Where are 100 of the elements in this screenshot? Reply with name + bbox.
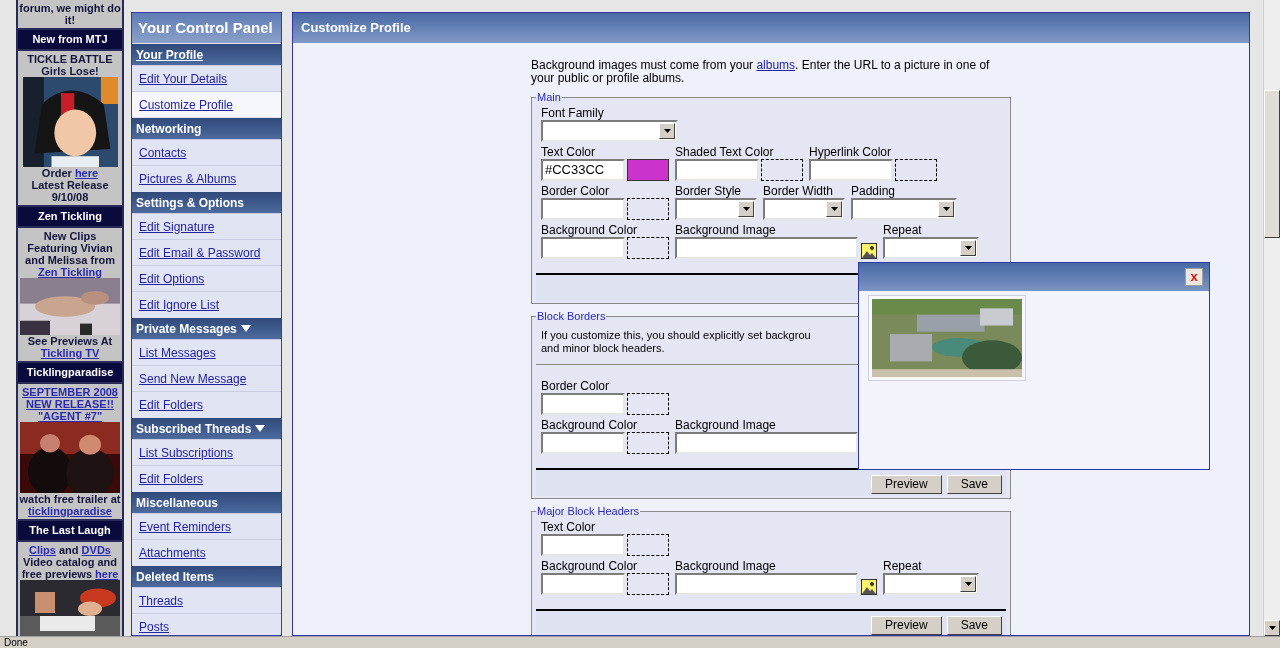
field-label: Border Width	[763, 184, 835, 198]
ad-text: forum, we might do it!	[18, 2, 122, 26]
section-label[interactable]: Your Profile	[136, 45, 204, 64]
field-label: Border Color	[541, 379, 611, 393]
caret-icon	[742, 207, 750, 211]
color-swatch[interactable]	[761, 159, 803, 181]
text-field[interactable]	[675, 159, 759, 181]
status-bar: Done	[0, 636, 1280, 648]
ad-header: The Last Laugh	[18, 521, 122, 540]
form-button[interactable]: Save	[946, 475, 1002, 494]
ad-link[interactable]: Tickling TV	[40, 347, 100, 359]
ad-link[interactable]: ticklingparadise	[28, 505, 112, 517]
image-icon[interactable]	[861, 243, 877, 259]
field-label: Border Style	[675, 184, 743, 198]
ad-link[interactable]: Zen Tickling	[38, 266, 102, 278]
caret-icon	[1268, 626, 1276, 630]
section-note: If you customize this, you should explicitly set backgrou and minor block headers.	[540, 328, 812, 355]
ad-text: Order here	[40, 167, 100, 179]
field-label: Font Family	[541, 106, 605, 120]
dropdown-field[interactable]	[541, 120, 678, 142]
caret-icon	[942, 207, 950, 211]
field-label: Background Color	[541, 223, 639, 237]
ad-link[interactable]: SEPTEMBER 2008 NEW RELEASE!! "AGENT #7"	[18, 386, 122, 422]
text-field[interactable]	[675, 432, 858, 454]
caret-icon	[830, 207, 838, 211]
dropdown-field[interactable]	[851, 198, 957, 220]
text-field[interactable]	[541, 237, 625, 259]
color-swatch[interactable]	[627, 198, 669, 220]
form-button[interactable]: Save	[946, 616, 1002, 635]
panel-title-bar: Customize Profile	[293, 13, 1249, 43]
field-label: Text Color	[541, 520, 597, 534]
ad-text: See Previews At Tickling TV	[26, 335, 114, 359]
text-field[interactable]	[675, 237, 858, 259]
dropdown-field[interactable]	[763, 198, 845, 220]
field-label: Padding	[851, 184, 897, 198]
scroll-down-button[interactable]	[1264, 620, 1280, 636]
color-swatch[interactable]	[627, 534, 669, 556]
section-label: Miscellaneous	[136, 494, 219, 512]
field-label: Border Color	[541, 184, 611, 198]
dropdown-field[interactable]	[883, 237, 979, 259]
form-button[interactable]: Preview	[870, 475, 942, 494]
nav-link[interactable]: Customize Profile	[132, 91, 281, 117]
ad-text: New Clips Featuring Vivian and Melissa from Zen Tickling	[24, 230, 116, 278]
text-field[interactable]	[809, 159, 893, 181]
ad-text: Clips and DVDs Video catalog and free previews here	[20, 544, 120, 580]
panel-title-bar: Your Control Panel	[132, 13, 281, 43]
intro-text: Background images must come from your albums. Enter the URL to a picture in one of your public or profile albums.	[531, 59, 991, 85]
color-swatch[interactable]	[895, 159, 937, 181]
field-label: Hyperlink Color	[809, 145, 893, 159]
text-field[interactable]: #CC33CC	[541, 159, 625, 181]
caret-icon	[964, 246, 972, 250]
ad-link[interactable]: DVDs	[81, 544, 111, 556]
form-button[interactable]: Preview	[870, 616, 942, 635]
field-label: Background Image	[675, 223, 777, 237]
ad-link[interactable]: here	[95, 568, 119, 580]
section-label: Subscribed Threads	[136, 420, 252, 438]
image-icon[interactable]	[861, 579, 877, 595]
color-swatch[interactable]	[627, 432, 669, 454]
scrollbar[interactable]	[1263, 0, 1280, 636]
nav-link[interactable]: Posts	[132, 613, 281, 635]
text-field[interactable]	[541, 198, 625, 220]
section-legend: Main	[536, 91, 562, 104]
text-field[interactable]	[541, 534, 625, 556]
ad-text: TICKLE BATTLE Girls Lose!	[26, 53, 114, 77]
ad-link[interactable]: here	[74, 167, 99, 179]
color-swatch[interactable]	[627, 573, 669, 595]
field-label: Shaded Text Color	[675, 145, 775, 159]
dropdown-field[interactable]	[883, 573, 979, 595]
close-button[interactable]: x	[1185, 268, 1203, 286]
text-field[interactable]	[541, 573, 625, 595]
ad-header: Zen Tickling	[18, 207, 122, 226]
text-field[interactable]	[675, 573, 858, 595]
dropdown-field[interactable]	[675, 198, 757, 220]
field-label: Repeat	[883, 223, 923, 237]
field-label: Text Color	[541, 145, 597, 159]
section-label: Private Messages	[136, 320, 237, 338]
field-label: Background Color	[541, 418, 639, 432]
caret-icon[interactable]	[240, 325, 251, 332]
color-swatch[interactable]	[627, 237, 669, 259]
ad-header: Ticklingparadise	[18, 363, 122, 382]
caret-icon	[964, 582, 972, 586]
section-legend: Major Block Headers	[536, 505, 641, 518]
color-swatch[interactable]	[627, 159, 669, 181]
ad-text: Latest Release 9/10/08	[30, 179, 110, 203]
field-label: Background Image	[675, 559, 777, 573]
field-label: Background Color	[541, 559, 639, 573]
section-label: Settings & Options	[136, 194, 244, 212]
text-field[interactable]	[541, 393, 625, 415]
scrollbar-thumb[interactable]	[1264, 90, 1280, 238]
field-label: Background Image	[675, 418, 777, 432]
color-swatch[interactable]	[627, 393, 669, 415]
section-label: Deleted Items	[136, 568, 215, 586]
caret-icon	[663, 129, 671, 133]
ad-link[interactable]: Clips	[29, 544, 56, 556]
ad-header: New from MTJ	[18, 30, 122, 49]
section-legend: Block Borders	[536, 310, 607, 323]
text-field[interactable]	[541, 432, 625, 454]
section-label: Networking	[136, 120, 202, 138]
ad-text: watch free trailer at ticklingparadise	[18, 493, 122, 517]
caret-icon[interactable]	[255, 425, 266, 432]
